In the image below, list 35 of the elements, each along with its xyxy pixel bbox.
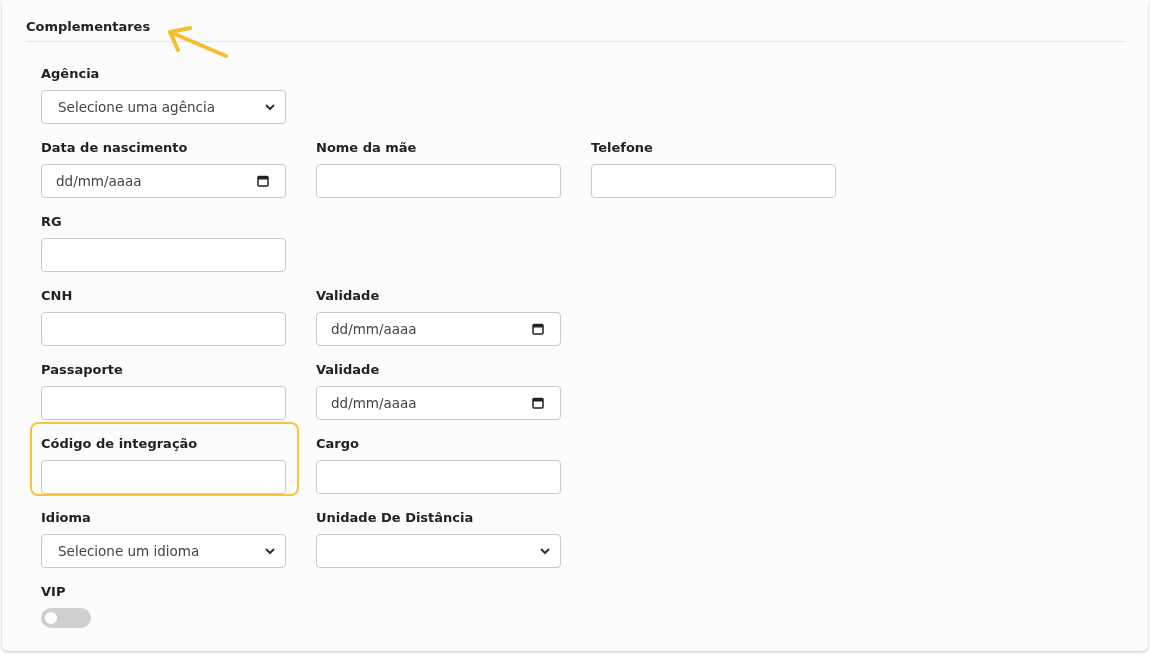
text-field[interactable] <box>591 164 836 198</box>
toggle-switch[interactable] <box>41 608 91 628</box>
date-field[interactable]: dd/mm/aaaa <box>316 312 561 346</box>
field-label: Cargo <box>316 435 360 453</box>
field-label: Código de integração <box>41 435 199 453</box>
field-label: Unidade De Distância <box>316 509 475 527</box>
field-label: CNH <box>41 287 74 305</box>
field-label: Validade <box>316 361 381 379</box>
field-label: Telefone <box>591 139 654 157</box>
select-field[interactable]: Selecione uma agência <box>41 90 286 124</box>
chevron-down-icon <box>265 547 275 555</box>
date-field[interactable]: dd/mm/aaaa <box>316 386 561 420</box>
field-label: VIP <box>41 583 67 601</box>
calendar-icon <box>257 175 269 187</box>
chevron-down-icon <box>540 547 550 555</box>
field-label: Idioma <box>41 509 92 527</box>
date-field[interactable]: dd/mm/aaaa <box>41 164 286 198</box>
field-label: Data de nascimento <box>41 139 189 157</box>
text-field[interactable] <box>41 460 286 494</box>
field-label: Validade <box>316 287 381 305</box>
field-label: Nome da mãe <box>316 139 418 157</box>
text-field[interactable] <box>316 164 561 198</box>
calendar-icon <box>532 323 544 335</box>
field-label: Agência <box>41 65 101 83</box>
select-field[interactable]: Selecione um idioma <box>41 534 286 568</box>
section-title: Complementares <box>26 19 151 34</box>
chevron-down-icon <box>265 103 275 111</box>
field-label: RG <box>41 213 63 231</box>
select-field[interactable] <box>316 534 561 568</box>
text-field[interactable] <box>316 460 561 494</box>
field-label: Passaporte <box>41 361 124 379</box>
calendar-icon <box>532 397 544 409</box>
text-field[interactable] <box>41 312 286 346</box>
text-field[interactable] <box>41 238 286 272</box>
text-field[interactable] <box>41 386 286 420</box>
